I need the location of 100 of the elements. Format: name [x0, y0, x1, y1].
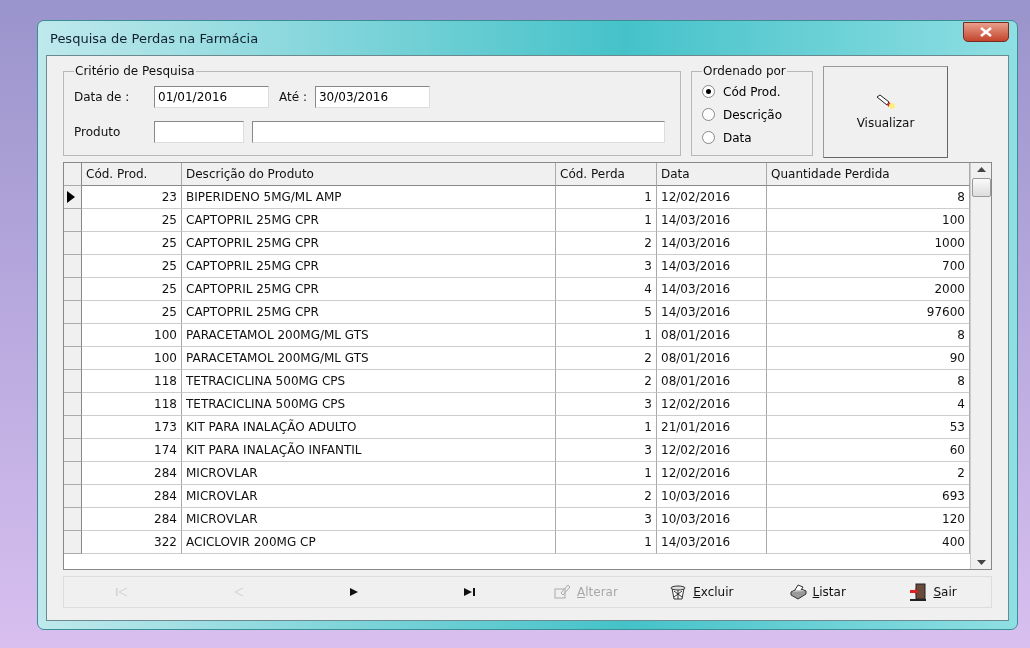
product-name-field[interactable]: [252, 120, 665, 143]
table-cell: 2: [556, 370, 657, 393]
table-cell: PARACETAMOL 200MG/ML GTS: [182, 347, 556, 370]
wastebasket-icon: [669, 583, 688, 601]
table-cell: 14/03/2016: [657, 255, 767, 278]
table-cell: 400: [767, 531, 970, 554]
column-header[interactable]: Cód. Perda: [556, 163, 657, 186]
toolbar-button[interactable]: Excluir: [643, 578, 760, 606]
table-cell: 173: [82, 416, 182, 439]
table-cell: 14/03/2016: [657, 232, 767, 255]
table-cell: 08/01/2016: [657, 347, 767, 370]
view-button[interactable]: Visualizar: [823, 66, 948, 158]
table-cell: CAPTOPRIL 25MG CPR: [182, 232, 556, 255]
table-cell: 693: [767, 485, 970, 508]
table-cell: 174: [82, 439, 182, 462]
scroll-thumb[interactable]: [971, 178, 991, 197]
toolbar-button[interactable]: Sair: [875, 578, 991, 606]
flashlight-icon: [875, 94, 896, 110]
table-cell: 5: [556, 301, 657, 324]
table-cell: 284: [82, 508, 182, 531]
window-title: Pesquisa de Perdas na Farmácia: [49, 30, 259, 46]
sort-radio[interactable]: Descrição: [702, 107, 802, 122]
table-cell: CAPTOPRIL 25MG CPR: [182, 278, 556, 301]
table-cell: 60: [767, 439, 970, 462]
column-header[interactable]: Cód. Prod.: [82, 163, 182, 186]
table-cell: 14/03/2016: [657, 531, 767, 554]
column-header[interactable]: Quantidade Perdida: [767, 163, 970, 186]
column-header[interactable]: Data: [657, 163, 767, 186]
printer-icon: [788, 583, 807, 601]
table-cell: 25: [82, 209, 182, 232]
table-cell: 53: [767, 416, 970, 439]
date-to-field[interactable]: 30/03/2016: [314, 86, 430, 109]
product-code-field[interactable]: [154, 120, 244, 143]
table-cell: 3: [556, 255, 657, 278]
column-header[interactable]: Descrição do Produto: [182, 163, 556, 186]
row-indicator[interactable]: [64, 186, 82, 209]
table-cell: 2: [767, 462, 970, 485]
document-pencil-icon: [553, 583, 571, 601]
sort-radio[interactable]: Data: [702, 130, 802, 145]
table-cell: 1: [556, 531, 657, 554]
exit-door-icon: [909, 583, 928, 601]
table-cell: 23: [82, 186, 182, 209]
table-cell: 1: [556, 186, 657, 209]
table-cell: 120: [767, 508, 970, 531]
table-cell: TETRACICLINA 500MG CPS: [182, 370, 556, 393]
table-cell: BIPERIDENO 5MG/ML AMP: [182, 186, 556, 209]
table-cell: 284: [82, 485, 182, 508]
table-cell: MICROVLAR: [182, 508, 556, 531]
table-cell: 12/02/2016: [657, 186, 767, 209]
table-cell: 100: [82, 324, 182, 347]
table-cell: 08/01/2016: [657, 324, 767, 347]
table-cell: 2000: [767, 278, 970, 301]
table-cell: 10/03/2016: [657, 508, 767, 531]
table-cell: 2: [556, 347, 657, 370]
field-label: Data de :: [74, 90, 131, 105]
table-cell: PARACETAMOL 200MG/ML GTS: [182, 324, 556, 347]
field-label: Produto: [74, 124, 122, 139]
table-cell: 100: [767, 209, 970, 232]
table-cell: 08/01/2016: [657, 370, 767, 393]
table-cell: 97600: [767, 301, 970, 324]
table-cell: 284: [82, 462, 182, 485]
table-cell: 25: [82, 232, 182, 255]
table-cell: 1: [556, 209, 657, 232]
table-cell: 14/03/2016: [657, 209, 767, 232]
table-cell: 4: [556, 278, 657, 301]
table-cell: 1: [556, 462, 657, 485]
table-cell: 14/03/2016: [657, 278, 767, 301]
table-cell: 2: [556, 485, 657, 508]
close-icon: [980, 27, 992, 37]
vertical-scrollbar[interactable]: [970, 163, 991, 569]
close-button[interactable]: [963, 22, 1009, 42]
sort-radio[interactable]: Cód Prod.: [702, 84, 802, 99]
date-from-field[interactable]: 01/01/2016: [154, 86, 269, 109]
table-cell: 2: [556, 232, 657, 255]
table-cell: 90: [767, 347, 970, 370]
table-cell: 25: [82, 278, 182, 301]
table-cell: CAPTOPRIL 25MG CPR: [182, 209, 556, 232]
table-cell: 12/02/2016: [657, 393, 767, 416]
table-cell: 8: [767, 324, 970, 347]
table-cell: 12/02/2016: [657, 462, 767, 485]
table-cell: 3: [556, 439, 657, 462]
scroll-down-icon[interactable]: [976, 560, 986, 565]
scroll-up-icon[interactable]: [976, 167, 986, 172]
table-cell: 3: [556, 393, 657, 416]
group-title: Critério de Pesquisa: [74, 64, 196, 78]
table-cell: CAPTOPRIL 25MG CPR: [182, 255, 556, 278]
group-title: Ordenado por: [702, 64, 787, 78]
table-cell: 21/01/2016: [657, 416, 767, 439]
table-cell: MICROVLAR: [182, 485, 556, 508]
table-cell: 1: [556, 416, 657, 439]
toolbar-button[interactable]: Listar: [759, 578, 876, 606]
table-cell: 118: [82, 393, 182, 416]
table-cell: 1000: [767, 232, 970, 255]
current-row-icon: [67, 191, 75, 203]
table-cell: 3: [556, 508, 657, 531]
table-cell: 8: [767, 370, 970, 393]
table-cell: 700: [767, 255, 970, 278]
table-cell: 322: [82, 531, 182, 554]
field-label: Até :: [279, 90, 307, 105]
table-cell: 4: [767, 393, 970, 416]
